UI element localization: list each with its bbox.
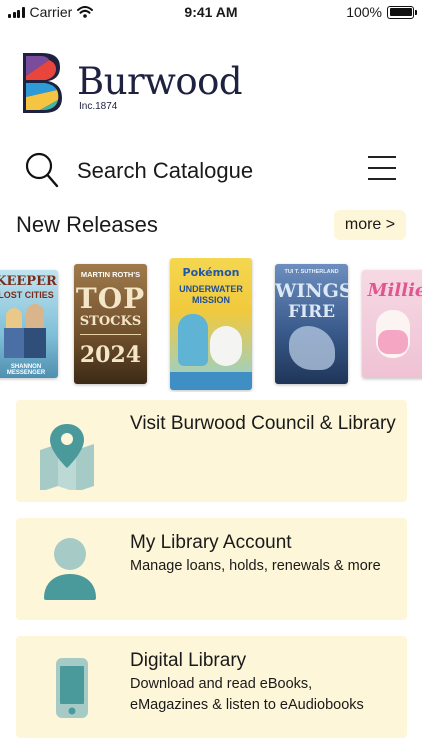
- book-cover[interactable]: KEEPER LOST CITIES SHANNON MESSENGER: [0, 270, 58, 378]
- book-cover[interactable]: Pokémon UNDERWATER MISSION: [170, 258, 252, 390]
- book-author: SHANNON MESSENGER: [6, 364, 46, 376]
- book-title-line: TOP: [75, 282, 146, 315]
- visit-council-card[interactable]: Visit Burwood Council & Library: [16, 400, 407, 502]
- book-author: Pokémon: [182, 266, 240, 279]
- status-right: 100%: [346, 4, 417, 20]
- card-title: Digital Library: [130, 650, 247, 671]
- map-pin-icon: [40, 424, 94, 490]
- book-title-line: FIRE: [287, 302, 336, 322]
- status-bar: Carrier 9:41 AM 100%: [0, 0, 422, 24]
- battery-percent: 100%: [346, 4, 382, 20]
- digital-library-card[interactable]: Digital Library Download and read eBooks…: [16, 636, 407, 738]
- book-carousel[interactable]: KEEPER LOST CITIES SHANNON MESSENGER MAR…: [0, 258, 422, 392]
- book-cover[interactable]: TUI T. SUTHERLAND WINGS FIRE: [275, 264, 348, 384]
- book-title-line: MISSION: [191, 295, 230, 305]
- library-account-card[interactable]: My Library Account Manage loans, holds, …: [16, 518, 407, 620]
- book-title-line: STOCKS: [79, 314, 142, 329]
- book-title-line: LOST CITIES: [0, 290, 54, 300]
- brand-name: Burwood: [77, 60, 243, 103]
- card-title: My Library Account: [130, 532, 292, 553]
- card-title: Visit Burwood Council & Library: [130, 413, 396, 434]
- person-icon: [44, 538, 96, 600]
- search-input[interactable]: Search Catalogue: [77, 158, 253, 184]
- burwood-logo-icon: [23, 53, 62, 113]
- brand-inc: Inc.1874: [79, 101, 118, 112]
- book-title-line: UNDERWATER: [179, 284, 243, 294]
- section-title: New Releases: [16, 212, 158, 237]
- book-title-line: KEEPER: [0, 274, 57, 289]
- book-cover[interactable]: MARTIN ROTH'S TOP STOCKS 2024: [74, 264, 147, 384]
- search-icon[interactable]: [24, 150, 60, 190]
- book-title-line: Millie: [367, 280, 422, 301]
- book-title-line: 2024: [79, 342, 142, 368]
- book-author: MARTIN ROTH'S: [80, 270, 141, 279]
- card-subtitle: Manage loans, holds, renewals & more: [130, 558, 381, 574]
- search-bar[interactable]: Search Catalogue: [0, 146, 422, 194]
- card-subtitle: eMagazines & listen to eAudiobooks: [130, 697, 364, 713]
- card-subtitle: Download and read eBooks,: [130, 676, 313, 692]
- battery-icon: [387, 5, 417, 19]
- book-title-line: WINGS: [275, 280, 348, 302]
- phone-icon: [56, 658, 88, 718]
- book-cover[interactable]: Millie: [362, 270, 422, 378]
- more-button[interactable]: more >: [334, 210, 406, 240]
- book-author: TUI T. SUTHERLAND: [284, 269, 339, 275]
- menu-icon[interactable]: [368, 156, 396, 180]
